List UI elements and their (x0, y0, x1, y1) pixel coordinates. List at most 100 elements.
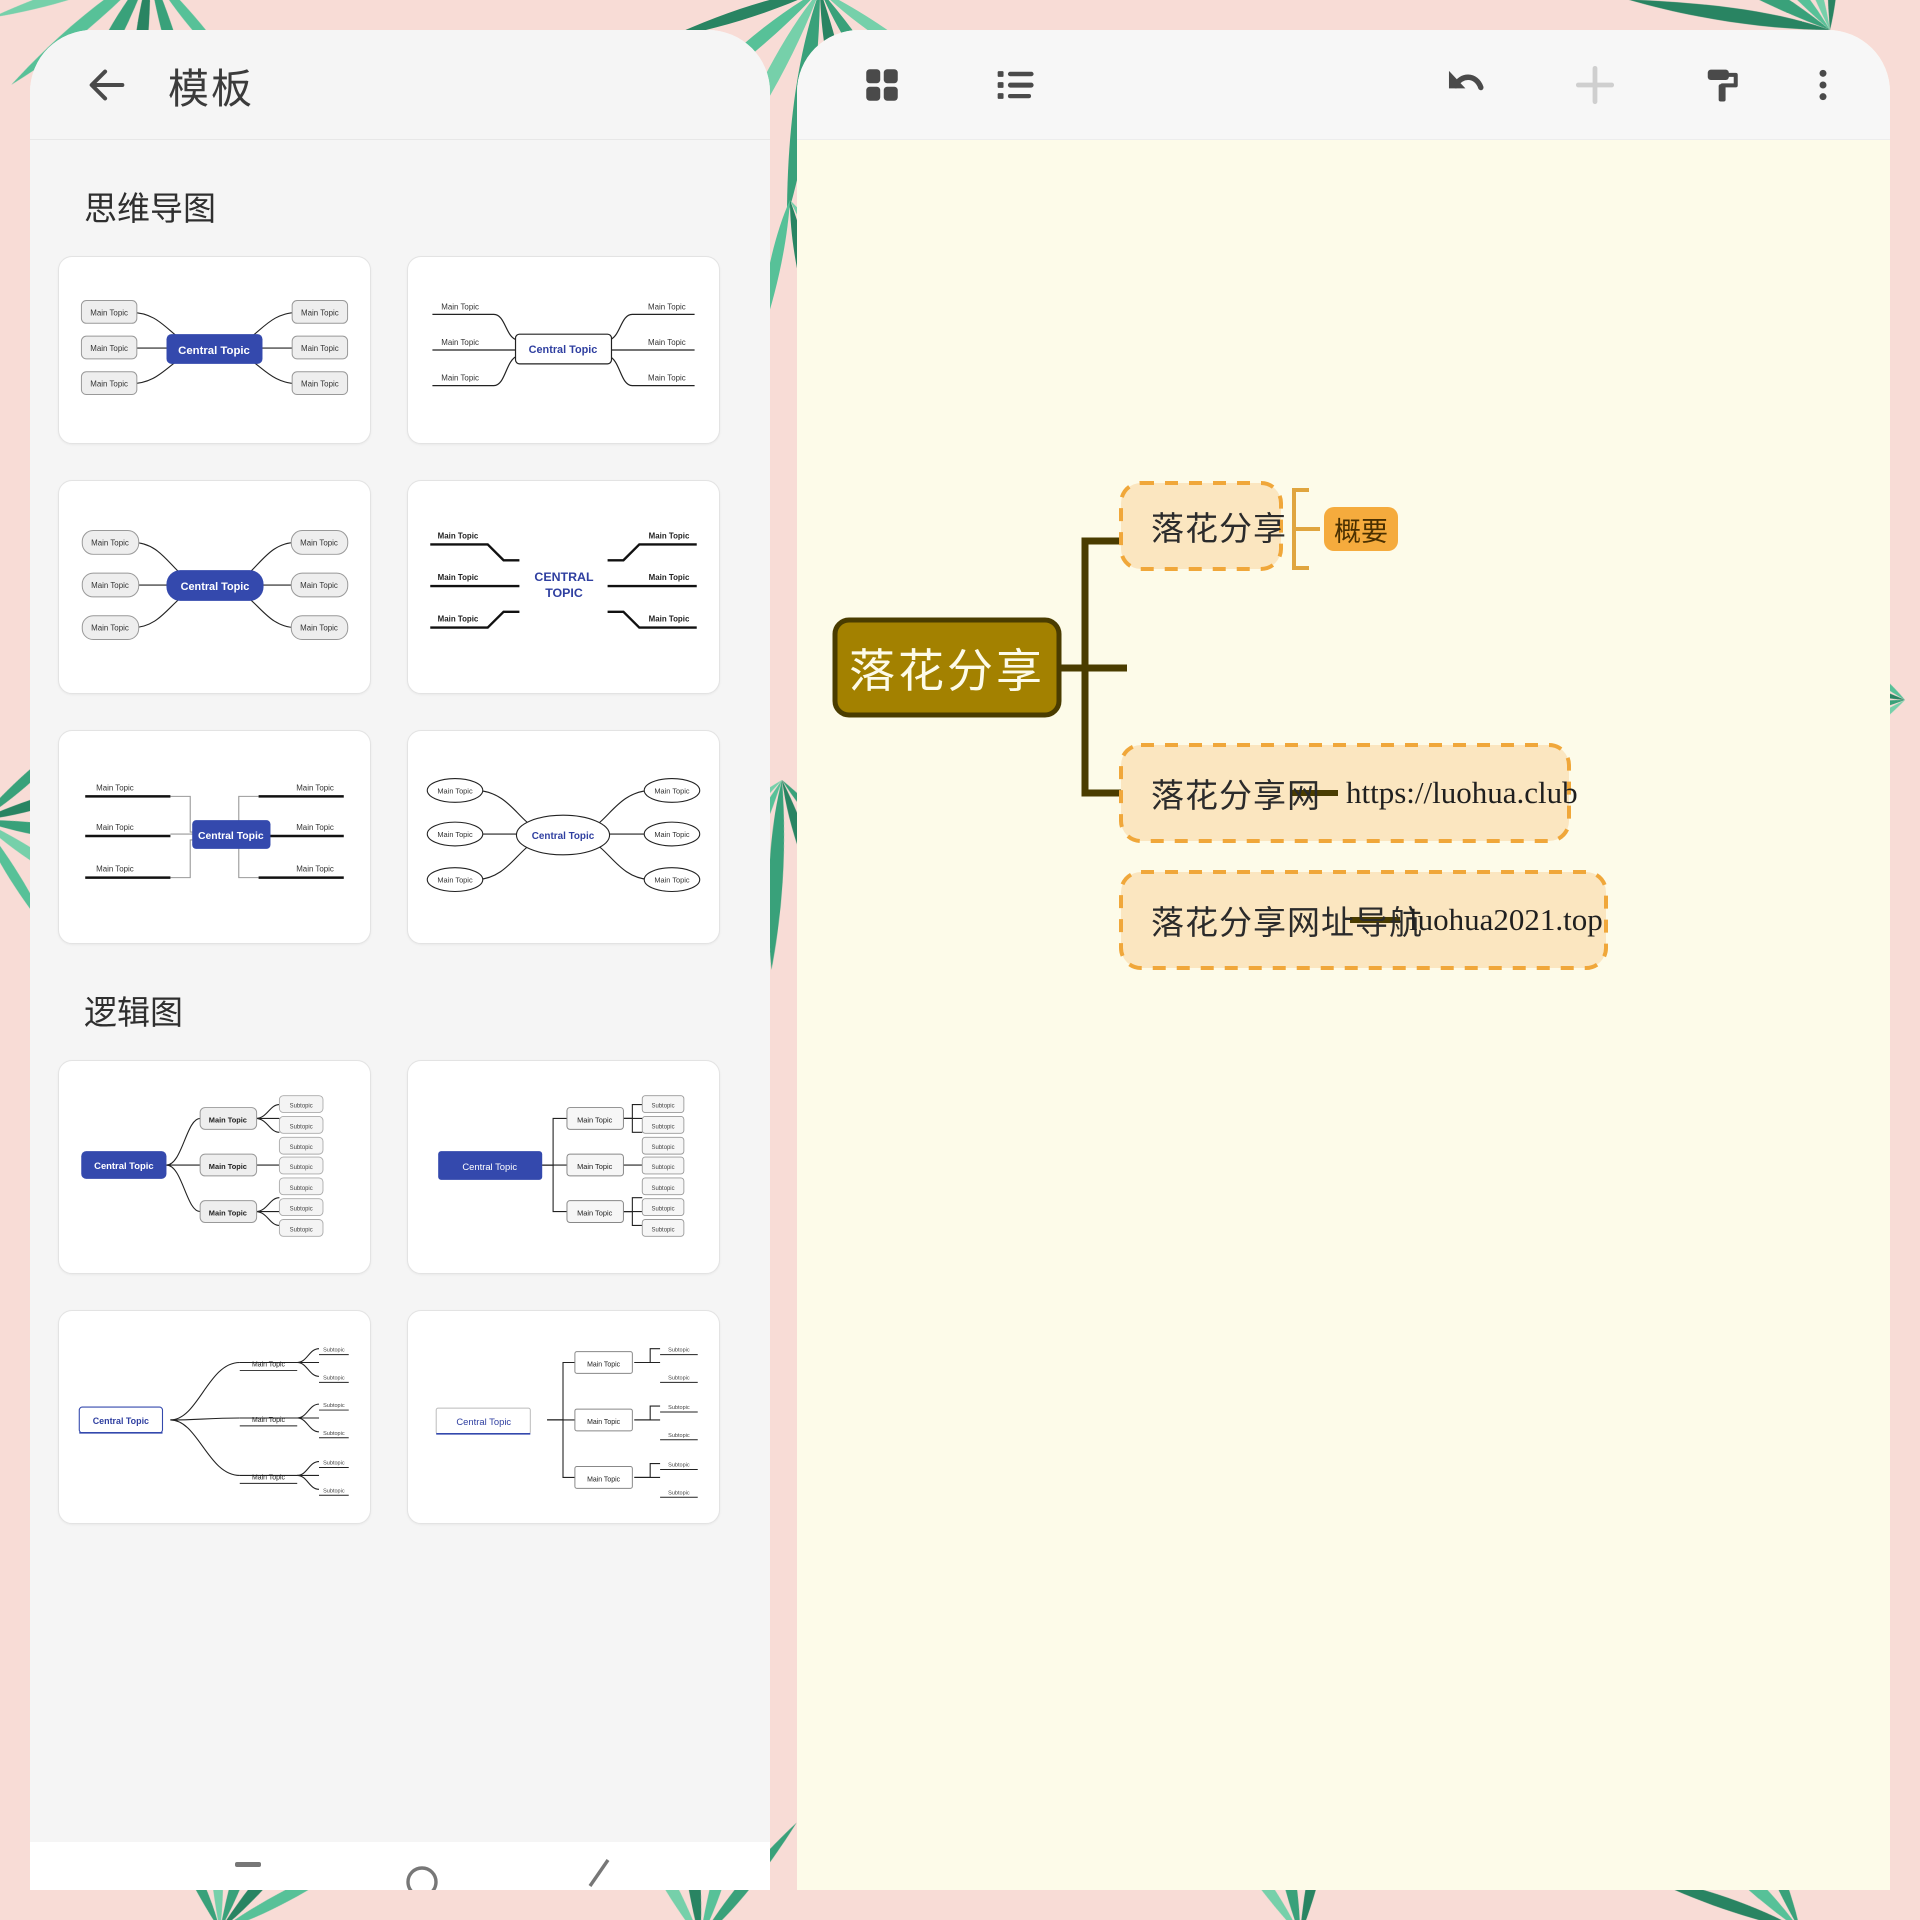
svg-text:Main Topic: Main Topic (91, 581, 129, 590)
svg-text:CENTRAL: CENTRAL (534, 570, 594, 584)
add-button[interactable] (1552, 42, 1638, 128)
svg-text:Subtopic: Subtopic (652, 1186, 675, 1192)
svg-text:Main Topic: Main Topic (648, 374, 686, 383)
svg-text:Subtopic: Subtopic (668, 1490, 690, 1496)
svg-text:Main Topic: Main Topic (648, 338, 686, 347)
template-list[interactable]: 思维导图 Main Topic Main Topic Main Topic Ma… (30, 140, 770, 1890)
back-arrow-icon[interactable] (84, 62, 130, 108)
svg-text:Main Topic: Main Topic (296, 783, 334, 792)
template-card-logic-2[interactable]: Central Topic Main Topic Main Topic Main… (407, 1060, 720, 1274)
branch-node-1-rect[interactable] (1119, 481, 1283, 571)
svg-text:Main Topic: Main Topic (441, 302, 479, 311)
summary-bracket (1292, 488, 1320, 570)
svg-text:Main Topic: Main Topic (438, 615, 479, 624)
svg-text:Main Topic: Main Topic (441, 374, 479, 383)
svg-text:Main Topic: Main Topic (438, 531, 479, 540)
svg-text:Main Topic: Main Topic (96, 865, 134, 874)
template-card-mindmap-5[interactable]: Main Topic Main Topic Main Topic Main To… (58, 730, 371, 944)
svg-text:Subtopic: Subtopic (323, 1348, 345, 1354)
svg-text:Subtopic: Subtopic (290, 1165, 313, 1171)
svg-text:Main Topic: Main Topic (301, 344, 339, 353)
svg-text:Subtopic: Subtopic (290, 1124, 313, 1130)
svg-text:Main Topic: Main Topic (437, 876, 473, 885)
svg-text:Main Topic: Main Topic (648, 302, 686, 311)
editor-toolbar (797, 30, 1890, 140)
template-card-mindmap-2[interactable]: Main Topic Main Topic Main Topic Main To… (407, 256, 720, 444)
svg-text:Subtopic: Subtopic (290, 1104, 313, 1110)
svg-text:Subtopic: Subtopic (323, 1375, 345, 1381)
template-card-mindmap-6[interactable]: Main Topic Main Topic Main Topic Main To… (407, 730, 720, 944)
svg-text:Main Topic: Main Topic (654, 786, 690, 795)
svg-text:Main Topic: Main Topic (649, 531, 690, 540)
template-card-mindmap-3[interactable]: Main Topic Main Topic Main Topic Main To… (58, 480, 371, 694)
svg-text:Main Topic: Main Topic (587, 1361, 620, 1368)
add-icon (1575, 65, 1615, 104)
svg-text:Main Topic: Main Topic (209, 1209, 247, 1218)
template-card-mindmap-1[interactable]: Main Topic Main Topic Main Topic Main To… (58, 256, 371, 444)
outline-list-icon (997, 70, 1034, 99)
section-title-logic: 逻辑图 (84, 994, 183, 1031)
svg-text:Subtopic: Subtopic (323, 1431, 345, 1437)
svg-text:Subtopic: Subtopic (290, 1186, 313, 1192)
more-options-button[interactable] (1780, 42, 1866, 128)
logic-card-grid: Central Topic Main Topic Main Topic Main… (58, 1060, 742, 1524)
svg-text:Main Topic: Main Topic (301, 308, 339, 317)
svg-text:Central Topic: Central Topic (462, 1161, 517, 1172)
svg-text:Main Topic: Main Topic (90, 308, 128, 317)
svg-text:Main Topic: Main Topic (96, 783, 134, 792)
svg-text:Subtopic: Subtopic (652, 1104, 675, 1110)
outline-list-button[interactable] (973, 42, 1059, 128)
svg-text:Subtopic: Subtopic (652, 1145, 675, 1151)
svg-text:Main Topic: Main Topic (577, 1209, 613, 1218)
svg-text:Central Topic: Central Topic (532, 831, 595, 842)
svg-text:Central Topic: Central Topic (456, 1416, 511, 1427)
svg-text:Main Topic: Main Topic (300, 538, 338, 547)
grid-view-button[interactable] (839, 42, 925, 128)
svg-text:Subtopic: Subtopic (668, 1405, 690, 1411)
svg-text:Main Topic: Main Topic (437, 786, 473, 795)
svg-text:Subtopic: Subtopic (290, 1227, 313, 1233)
style-button[interactable] (1682, 42, 1768, 128)
svg-text:Main Topic: Main Topic (654, 830, 690, 839)
svg-text:Subtopic: Subtopic (652, 1207, 675, 1213)
svg-text:Subtopic: Subtopic (652, 1124, 675, 1130)
svg-text:TOPIC: TOPIC (545, 586, 583, 600)
template-picker-panel: 模板 思维导图 Main Topic Main Topic Main Topic… (30, 30, 770, 1890)
svg-text:Main Topic: Main Topic (441, 338, 479, 347)
svg-text:Subtopic: Subtopic (290, 1145, 313, 1151)
svg-text:Subtopic: Subtopic (323, 1403, 345, 1409)
svg-text:Main Topic: Main Topic (649, 615, 690, 624)
svg-text:Main Topic: Main Topic (300, 624, 338, 633)
svg-text:Main Topic: Main Topic (96, 823, 134, 832)
mindmap-canvas[interactable]: 落花分享 落花分享 概要 落花分享网 https://luohua.club 落… (797, 140, 1890, 1890)
undo-button[interactable] (1422, 42, 1508, 128)
branch-node-2-rect[interactable] (1119, 743, 1571, 843)
page-title: 模板 (168, 65, 254, 112)
template-card-logic-4[interactable]: Central Topic Main Topic Main Topic Main… (407, 1310, 720, 1524)
template-card-mindmap-4[interactable]: Main Topic Main Topic Main Topic Main To… (407, 480, 720, 694)
svg-text:Main Topic: Main Topic (296, 865, 334, 874)
mindmap-card-grid: Main Topic Main Topic Main Topic Main To… (58, 256, 742, 944)
svg-text:Main Topic: Main Topic (90, 344, 128, 353)
svg-text:Subtopic: Subtopic (290, 1207, 313, 1213)
svg-text:Subtopic: Subtopic (652, 1165, 675, 1171)
section-title-mindmap: 思维导图 (84, 190, 216, 227)
svg-text:Main Topic: Main Topic (252, 1361, 285, 1368)
svg-text:Central Topic: Central Topic (529, 344, 598, 356)
undo-icon (1448, 70, 1484, 90)
svg-text:Main Topic: Main Topic (587, 1419, 620, 1426)
svg-text:Main Topic: Main Topic (438, 573, 479, 582)
svg-text:Central Topic: Central Topic (94, 1160, 153, 1171)
svg-text:Main Topic: Main Topic (90, 380, 128, 389)
svg-text:Subtopic: Subtopic (323, 1488, 345, 1494)
central-node-rect[interactable] (832, 617, 1062, 718)
svg-text:Central Topic: Central Topic (181, 581, 250, 593)
template-card-logic-3[interactable]: Central Topic Main Topic Main Topic Main… (58, 1310, 371, 1524)
svg-text:Main Topic: Main Topic (209, 1115, 247, 1124)
template-card-logic-1[interactable]: Central Topic Main Topic Main Topic Main… (58, 1060, 371, 1274)
svg-text:Main Topic: Main Topic (577, 1115, 613, 1124)
svg-text:Main Topic: Main Topic (300, 581, 338, 590)
svg-text:Central Topic: Central Topic (178, 345, 250, 357)
left-panel-header: 模板 (30, 30, 770, 140)
summary-badge-rect[interactable] (1324, 507, 1398, 551)
